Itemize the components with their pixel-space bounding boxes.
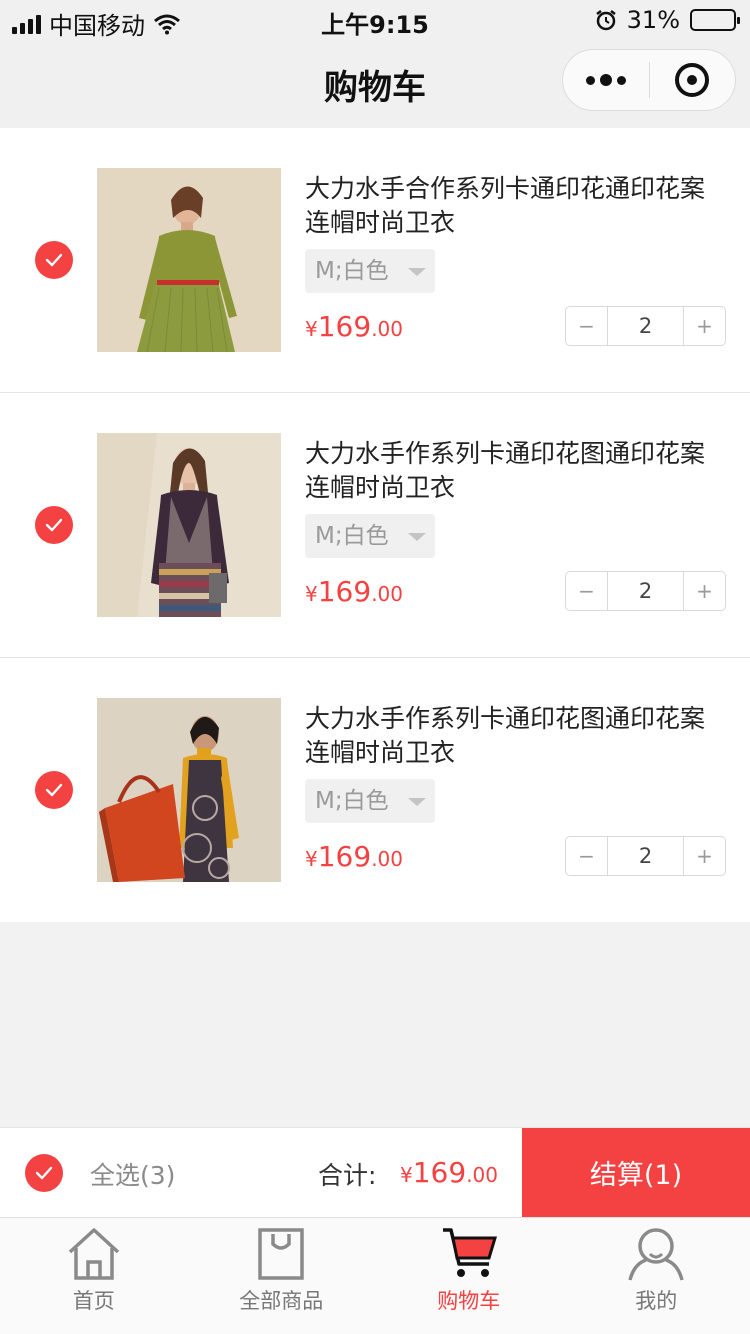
quantity-input[interactable]: 2 bbox=[608, 837, 683, 875]
quantity-stepper: − 2 + bbox=[565, 836, 726, 876]
cart-item: 大力水手合作系列卡通印花通印花案连帽时尚卫衣 M;白色 ¥169.00 − 2 … bbox=[0, 128, 750, 393]
price-decimal: .00 bbox=[371, 317, 403, 341]
check-icon bbox=[35, 1166, 53, 1180]
check-icon bbox=[45, 518, 63, 532]
increase-button[interactable]: + bbox=[683, 307, 725, 345]
price-integer: 169 bbox=[317, 840, 372, 873]
decrease-button[interactable]: − bbox=[566, 837, 608, 875]
caret-down-icon bbox=[408, 268, 426, 276]
tab-bar: 首页 全部商品 购物车 我的 bbox=[0, 1217, 750, 1334]
caret-down-icon bbox=[408, 533, 426, 541]
increase-button[interactable]: + bbox=[683, 837, 725, 875]
total-integer: 169 bbox=[412, 1156, 467, 1189]
total-decimal: .00 bbox=[466, 1163, 498, 1187]
select-all-checkbox[interactable] bbox=[25, 1154, 63, 1192]
status-right: 31% bbox=[595, 6, 740, 34]
home-icon bbox=[68, 1228, 119, 1280]
item-checkbox[interactable] bbox=[35, 241, 73, 279]
alarm-icon bbox=[595, 10, 616, 31]
product-title[interactable]: 大力水手作系列卡通印花图通印花案连帽时尚卫衣 bbox=[305, 437, 705, 505]
spec-label: M;白色 bbox=[315, 523, 389, 549]
tab-all-products[interactable]: 全部商品 bbox=[188, 1218, 376, 1334]
tab-label: 首页 bbox=[72, 1289, 115, 1313]
close-icon[interactable] bbox=[650, 63, 736, 97]
quantity-input[interactable]: 2 bbox=[608, 307, 683, 345]
check-icon bbox=[45, 253, 63, 267]
quantity-stepper: − 2 + bbox=[565, 571, 726, 611]
user-icon bbox=[628, 1228, 684, 1281]
quantity-input[interactable]: 2 bbox=[608, 572, 683, 610]
spec-label: M;白色 bbox=[315, 788, 389, 814]
total-price: ¥169.00 bbox=[400, 1156, 498, 1189]
price-decimal: .00 bbox=[371, 847, 403, 871]
spec-selector[interactable]: M;白色 bbox=[305, 249, 435, 293]
cart-item: 大力水手作系列卡通印花图通印花案连帽时尚卫衣 M;白色 ¥169.00 − 2 … bbox=[0, 393, 750, 658]
product-image[interactable] bbox=[97, 433, 281, 617]
select-all-label[interactable]: 全选(3) bbox=[90, 1156, 175, 1192]
product-image[interactable] bbox=[97, 168, 281, 352]
item-checkbox[interactable] bbox=[35, 771, 73, 809]
tab-me[interactable]: 我的 bbox=[563, 1218, 750, 1334]
battery-icon bbox=[690, 9, 740, 31]
decrease-button[interactable]: − bbox=[566, 307, 608, 345]
mini-program-capsule bbox=[562, 49, 736, 111]
tab-home[interactable]: 首页 bbox=[0, 1218, 188, 1334]
more-icon[interactable] bbox=[563, 74, 649, 86]
total-label: 合计: bbox=[318, 1161, 377, 1190]
product-price: ¥169.00 bbox=[305, 575, 403, 608]
product-title[interactable]: 大力水手作系列卡通印花图通印花案连帽时尚卫衣 bbox=[305, 702, 705, 770]
currency-symbol: ¥ bbox=[305, 847, 318, 871]
cart-list: 大力水手合作系列卡通印花通印花案连帽时尚卫衣 M;白色 ¥169.00 − 2 … bbox=[0, 128, 750, 922]
nav-bar: 购物车 bbox=[0, 40, 750, 128]
tab-label: 全部商品 bbox=[239, 1289, 324, 1313]
spec-selector[interactable]: M;白色 bbox=[305, 779, 435, 823]
currency-symbol: ¥ bbox=[305, 317, 318, 341]
price-decimal: .00 bbox=[371, 582, 403, 606]
tab-label: 购物车 bbox=[437, 1289, 501, 1313]
product-price: ¥169.00 bbox=[305, 310, 403, 343]
shopping-bag-icon bbox=[258, 1228, 304, 1280]
tab-cart[interactable]: 购物车 bbox=[375, 1218, 563, 1334]
currency-symbol: ¥ bbox=[305, 582, 318, 606]
tab-label: 我的 bbox=[635, 1289, 678, 1313]
battery-percent: 31% bbox=[626, 6, 680, 34]
status-bar: 中国移动 上午9:15 31% bbox=[0, 0, 750, 40]
item-checkbox[interactable] bbox=[35, 506, 73, 544]
increase-button[interactable]: + bbox=[683, 572, 725, 610]
checkout-bar: 全选(3) 合计: ¥169.00 结算(1) bbox=[0, 1127, 750, 1217]
price-integer: 169 bbox=[317, 575, 372, 608]
cart-item: 大力水手作系列卡通印花图通印花案连帽时尚卫衣 M;白色 ¥169.00 − 2 … bbox=[0, 658, 750, 922]
cart-icon bbox=[442, 1228, 497, 1277]
product-image[interactable] bbox=[97, 698, 281, 882]
currency-symbol: ¥ bbox=[400, 1163, 413, 1187]
checkout-button[interactable]: 结算(1) bbox=[522, 1128, 750, 1217]
spec-selector[interactable]: M;白色 bbox=[305, 514, 435, 558]
product-price: ¥169.00 bbox=[305, 840, 403, 873]
caret-down-icon bbox=[408, 798, 426, 806]
decrease-button[interactable]: − bbox=[566, 572, 608, 610]
price-integer: 169 bbox=[317, 310, 372, 343]
spec-label: M;白色 bbox=[315, 258, 389, 284]
check-icon bbox=[45, 783, 63, 797]
quantity-stepper: − 2 + bbox=[565, 306, 726, 346]
product-title[interactable]: 大力水手合作系列卡通印花通印花案连帽时尚卫衣 bbox=[305, 172, 705, 240]
